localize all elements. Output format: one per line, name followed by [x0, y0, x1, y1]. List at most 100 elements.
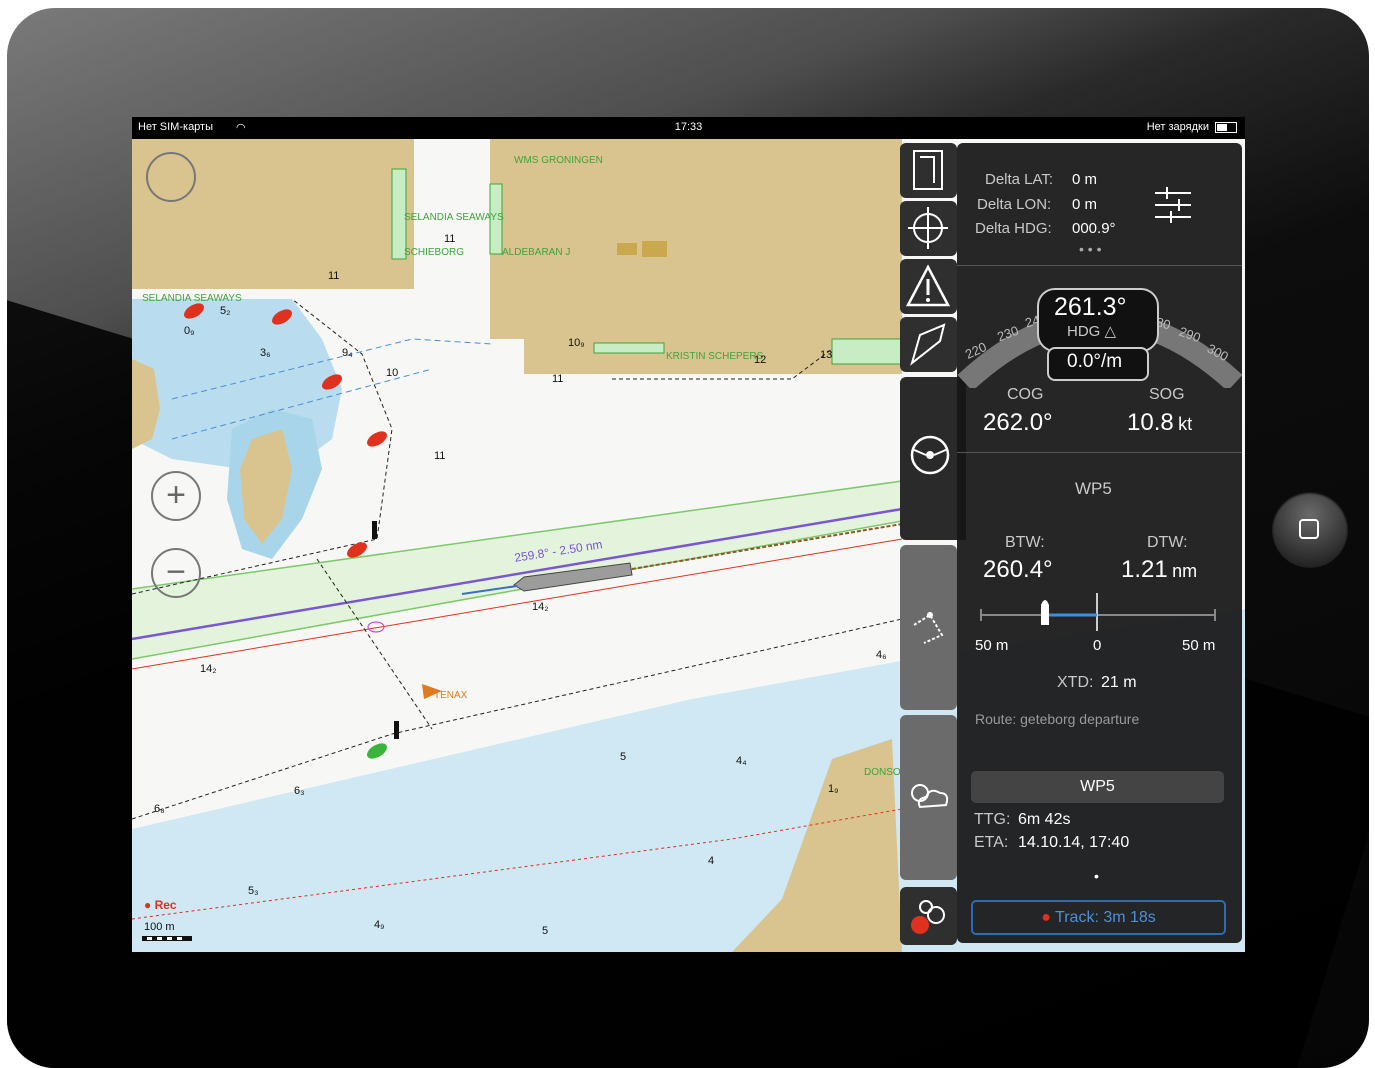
xtd-value: 21 m	[1101, 674, 1137, 691]
position-button[interactable]	[900, 201, 957, 256]
route-name: Route: geteborg departure	[975, 711, 1140, 727]
weather-button[interactable]	[900, 715, 957, 880]
home-button[interactable]	[1272, 492, 1348, 568]
depth-sounding: 3₆	[260, 347, 271, 359]
cog-label: COG	[1007, 386, 1044, 403]
depth-sounding: 4₄	[736, 755, 747, 767]
depth-sounding: 12	[754, 354, 767, 366]
depth-sounding: 10	[386, 367, 399, 379]
cog-value: 262.0°	[983, 409, 1053, 436]
depth-sounding: 11	[328, 270, 340, 282]
gear-icon	[911, 900, 945, 934]
vessel-label[interactable]: SCHIEBORG	[404, 247, 464, 258]
btw-label: BTW:	[1005, 534, 1045, 551]
record-label: Rec	[154, 898, 177, 912]
depth-sounding: 4₉	[374, 919, 385, 931]
xtd-label: XTD:	[1057, 674, 1094, 691]
steering-wheel-icon	[910, 435, 950, 475]
zoom-out-button[interactable]: −	[151, 548, 201, 598]
boat-icon	[1041, 600, 1049, 625]
track-button[interactable]: ● Track: 3m 18s	[971, 900, 1226, 935]
sog-readout: 10.8 kt	[1127, 409, 1192, 437]
depth-sounding: 11	[434, 450, 446, 462]
sliders-icon[interactable]	[1153, 185, 1193, 225]
depth-sounding: 0₉	[184, 325, 195, 337]
depth-sounding: 11	[552, 373, 564, 385]
route-button[interactable]	[900, 545, 957, 710]
dtw-value: 1.21	[1121, 556, 1168, 583]
page-dots[interactable]: • • •	[1079, 241, 1101, 257]
depth-sounding: 9₄	[342, 347, 353, 359]
depth-sounding: 14₂	[200, 663, 217, 675]
clock: 17:33	[674, 121, 703, 133]
waypoint-title: WP5	[1075, 479, 1112, 498]
record-indicator[interactable]: ● Rec	[144, 898, 177, 912]
delta-hdg-label: Delta HDG:	[975, 220, 1052, 237]
vessel-label[interactable]: SELANDIA SEAWAYS	[404, 212, 504, 223]
warning-icon	[905, 264, 951, 307]
vessel-label[interactable]: KRISTIN SCHEPERS	[666, 351, 763, 362]
delta-lat-label: Delta LAT:	[985, 171, 1054, 188]
waypoint-button[interactable]: WP5	[971, 771, 1224, 803]
delta-lon-label: Delta LON:	[977, 196, 1052, 213]
depth-sounding: 5₂	[220, 305, 231, 317]
xte-right: 50 m	[1182, 637, 1216, 654]
depth-sounding: 4₆	[876, 649, 887, 661]
sog-value: 10.8	[1127, 409, 1174, 436]
vessel-label[interactable]: TENAX	[434, 690, 467, 701]
heading-value: 261.3°	[1054, 293, 1127, 321]
measure-button[interactable]	[900, 317, 957, 372]
btw-value: 260.4°	[983, 556, 1053, 583]
scale-label: 100 m	[144, 921, 175, 933]
depth-sounding: 6₈	[154, 803, 165, 815]
alarm-button[interactable]	[900, 259, 957, 314]
sog-label: SOG	[1149, 386, 1185, 403]
battery-icon	[1215, 121, 1237, 133]
delta-lat-value: 0 m	[1072, 171, 1098, 188]
dtw-unit: nm	[1172, 561, 1198, 581]
route-icon	[913, 612, 944, 644]
vessel-label[interactable]: WMS GRONINGEN	[514, 155, 603, 166]
ttg-label: TTG:	[974, 811, 1011, 828]
ttg-value: 6m 42s	[1018, 811, 1071, 828]
depth-sounding: 13	[820, 349, 833, 361]
eta-value: 14.10.14, 17:40	[1018, 834, 1130, 851]
rotate-map-icon[interactable]	[146, 152, 196, 202]
sog-unit: kt	[1178, 414, 1193, 434]
heading-label: HDG △	[1067, 323, 1117, 340]
xte-left: 50 m	[975, 637, 1009, 654]
ruler-icon	[910, 323, 946, 366]
zoom-in-button[interactable]: +	[151, 471, 201, 521]
vessel-label[interactable]: SELANDIA SEAWAYS	[142, 293, 242, 304]
battery-text: Нет зарядки	[1146, 121, 1209, 133]
depth-sounding: 10₉	[568, 337, 585, 349]
track-label: Track: 3m 18s	[1055, 909, 1156, 926]
weather-icon	[911, 784, 949, 809]
depth-sounding: 5	[620, 751, 627, 763]
crosshair-icon	[908, 207, 948, 249]
charts-button[interactable]	[900, 143, 957, 198]
divider	[957, 452, 1242, 453]
eta-label: ETA:	[974, 834, 1009, 851]
record-dot-icon: ●	[1041, 909, 1051, 926]
battery-status: Нет зарядки	[1147, 121, 1237, 133]
xte-gauge	[980, 593, 1216, 631]
depth-sounding: 1₉	[828, 783, 839, 795]
instrument-panel: Delta LAT: 0 m Delta LON: 0 m Delta HDG:…	[957, 143, 1242, 943]
home-square-icon	[1299, 519, 1319, 539]
depth-sounding: 5	[542, 925, 549, 937]
depth-sounding: 6₃	[294, 785, 305, 797]
delta-lon-value: 0 m	[1072, 196, 1098, 213]
dtw-readout: 1.21 nm	[1121, 556, 1197, 584]
divider	[957, 265, 1242, 266]
xte-center: 0	[1093, 637, 1102, 654]
depth-sounding: 11	[444, 233, 456, 245]
page-dot[interactable]: •	[1094, 868, 1099, 884]
status-bar: Нет SIM-карты ◠ 17:33 Нет зарядки	[132, 117, 1245, 139]
depth-sounding: 4	[708, 855, 715, 867]
depth-sounding: 14₂	[532, 601, 549, 613]
depth-sounding: 5₃	[248, 885, 259, 897]
settings-button[interactable]	[900, 887, 957, 945]
delta-hdg-value: 000.9°	[1072, 220, 1116, 237]
vessel-label[interactable]: ALDEBARAN J	[502, 247, 570, 258]
